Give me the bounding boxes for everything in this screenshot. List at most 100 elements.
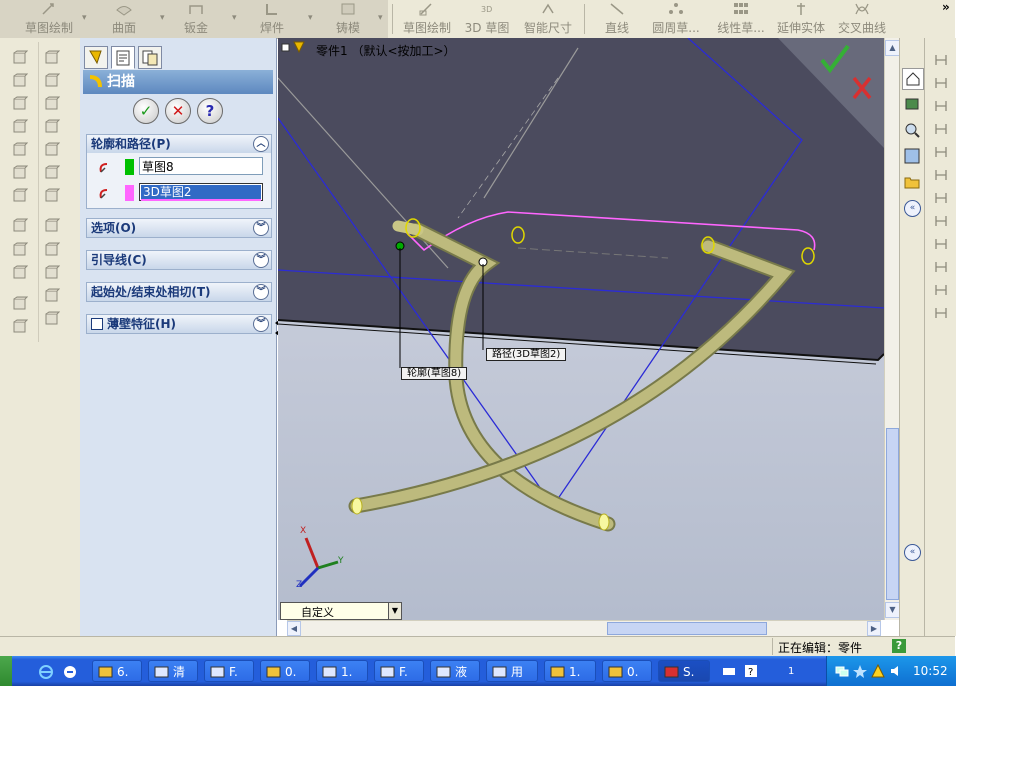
- dimension-tool-icon[interactable]: [933, 167, 949, 183]
- toolbar-extend-entities-button[interactable]: 延伸实体: [776, 2, 826, 36]
- angle-icon[interactable]: [44, 73, 60, 89]
- dimension-tool-icon[interactable]: [933, 144, 949, 160]
- dome-icon[interactable]: [44, 188, 60, 204]
- cut-icon[interactable]: [44, 119, 60, 135]
- curve-icon[interactable]: [44, 288, 60, 304]
- callout-profile[interactable]: 轮廓(草图8): [401, 367, 468, 380]
- toolbar-sketch-button[interactable]: 草图绘制: [20, 2, 78, 36]
- dimension-tool-icon[interactable]: [933, 98, 949, 114]
- dimension-tool-icon[interactable]: [933, 121, 949, 137]
- feature-tree-root[interactable]: 零件1 （默认<按加工>）: [316, 42, 456, 59]
- mirror-icon[interactable]: [12, 319, 28, 335]
- tab-property-manager[interactable]: [111, 46, 135, 69]
- toolbar-linear-pattern-button[interactable]: 线性草...: [710, 2, 772, 36]
- vertical-scrollbar[interactable]: ▲ ▼: [884, 38, 900, 620]
- toolbar-3d-sketch-button[interactable]: 3D 3D 草图: [462, 2, 512, 36]
- toolbar-surface-button[interactable]: 曲面: [100, 2, 148, 36]
- view-orientation-select[interactable]: 自定义 ▼: [280, 602, 402, 620]
- rib-icon[interactable]: [12, 119, 28, 135]
- cancel-button[interactable]: ✕: [165, 98, 191, 124]
- scroll-right-icon[interactable]: ▶: [867, 621, 881, 636]
- graphics-area[interactable]: 零件1 （默认<按加工>） 路径(3D草图2) 轮廓(草图8) X Y Z 自定…: [278, 38, 884, 620]
- thin-feature-checkbox[interactable]: [91, 318, 103, 330]
- section-guide-curves-header[interactable]: 引导线(C) ︾: [86, 250, 272, 270]
- toolbar-circular-pattern-button[interactable]: 圆周草...: [648, 2, 704, 36]
- collapse-icon[interactable]: ︿: [253, 136, 269, 152]
- dimension-tool-icon[interactable]: [933, 282, 949, 298]
- collapse-pane-icon[interactable]: «: [904, 200, 921, 217]
- reference-icon[interactable]: [44, 311, 60, 327]
- browser-icon[interactable]: [62, 664, 78, 680]
- file-explorer-icon[interactable]: [902, 120, 922, 140]
- chamfer-icon[interactable]: [12, 165, 28, 181]
- taskbar-button[interactable]: 液: [430, 660, 480, 682]
- section-thin-feature-header[interactable]: 薄壁特征(H) ︾: [86, 314, 272, 334]
- dimension-tool-icon[interactable]: [933, 213, 949, 229]
- move-icon[interactable]: [12, 265, 28, 281]
- taskbar-button[interactable]: 0.: [602, 660, 652, 682]
- expand-icon[interactable]: ︾: [253, 252, 269, 268]
- taskbar-button[interactable]: 1.: [316, 660, 368, 682]
- expand-icon[interactable]: ︾: [253, 316, 269, 332]
- volume-icon[interactable]: [889, 664, 903, 678]
- dimension-tool-icon[interactable]: [933, 305, 949, 321]
- hole-icon[interactable]: [44, 96, 60, 112]
- chevron-down-icon[interactable]: ▾: [160, 13, 165, 23]
- dimension-tool-icon[interactable]: [933, 75, 949, 91]
- shell-icon[interactable]: [12, 73, 28, 89]
- scroll-thumb[interactable]: [607, 622, 767, 635]
- home-icon[interactable]: [902, 68, 924, 90]
- taskbar-button[interactable]: 6.: [92, 660, 142, 682]
- toolbar-line-button[interactable]: 直线: [600, 2, 634, 36]
- tab-feature-manager[interactable]: [84, 46, 108, 69]
- help-button[interactable]: ?: [197, 98, 223, 124]
- expand-icon[interactable]: ︾: [253, 284, 269, 300]
- dimension-tool-icon[interactable]: [933, 259, 949, 275]
- horizontal-scrollbar[interactable]: ◀ ▶: [287, 620, 881, 637]
- tab-configuration-manager[interactable]: [138, 46, 162, 69]
- toolbar-weldment-button[interactable]: 焊件: [252, 2, 292, 36]
- path-field[interactable]: 3D草图2: [139, 183, 263, 201]
- scroll-left-icon[interactable]: ◀: [287, 621, 301, 636]
- scroll-thumb[interactable]: [886, 428, 899, 600]
- pager-widget[interactable]: 1: [766, 662, 794, 678]
- point-icon[interactable]: [44, 265, 60, 281]
- scroll-down-icon[interactable]: ▼: [885, 602, 900, 618]
- chevron-down-icon[interactable]: ▾: [378, 13, 383, 23]
- boss-icon[interactable]: [44, 165, 60, 181]
- loft-icon[interactable]: [44, 142, 60, 158]
- ie-icon[interactable]: [38, 664, 54, 680]
- view-palette-icon[interactable]: [902, 146, 922, 166]
- revolve-icon[interactable]: [12, 188, 28, 204]
- dimension-tool-icon[interactable]: [933, 190, 949, 206]
- section-profile-path-header[interactable]: 轮廓和路径(P) ︿: [86, 134, 272, 154]
- chevron-down-icon[interactable]: ▾: [232, 13, 237, 23]
- ok-button[interactable]: ✓: [133, 98, 159, 124]
- collapse-pane-icon[interactable]: «: [904, 544, 921, 561]
- scroll-up-icon[interactable]: ▲: [885, 40, 900, 56]
- toolbar-intersection-curve-button[interactable]: 交叉曲线: [836, 2, 888, 36]
- library-icon[interactable]: [902, 94, 922, 114]
- chevron-down-icon[interactable]: ▾: [308, 13, 313, 23]
- chevron-down-icon[interactable]: ▾: [82, 13, 87, 23]
- line-icon[interactable]: [12, 242, 28, 258]
- clock[interactable]: 10:52: [913, 664, 948, 678]
- toolbar-mold-button[interactable]: 铸模: [328, 2, 368, 36]
- help-icon[interactable]: ?: [892, 639, 906, 653]
- taskbar-button[interactable]: 清: [148, 660, 198, 682]
- plane-icon[interactable]: [44, 218, 60, 234]
- draft-icon[interactable]: [12, 96, 28, 112]
- fillet-icon[interactable]: [12, 142, 28, 158]
- start-button[interactable]: [0, 656, 12, 686]
- dimension-icon[interactable]: [44, 50, 60, 66]
- toolbar-overflow-button[interactable]: »: [942, 0, 950, 14]
- sketch-icon[interactable]: [12, 218, 28, 234]
- star-icon[interactable]: [853, 664, 867, 678]
- part-icon[interactable]: [12, 50, 28, 66]
- network-icon[interactable]: [835, 664, 849, 678]
- taskbar-button[interactable]: 用: [486, 660, 538, 682]
- dimension-tool-icon[interactable]: [933, 52, 949, 68]
- help-tray-icon[interactable]: ?: [744, 664, 758, 678]
- warning-icon[interactable]: [871, 664, 885, 678]
- toolbar-sheet-metal-button[interactable]: 钣金: [174, 2, 218, 36]
